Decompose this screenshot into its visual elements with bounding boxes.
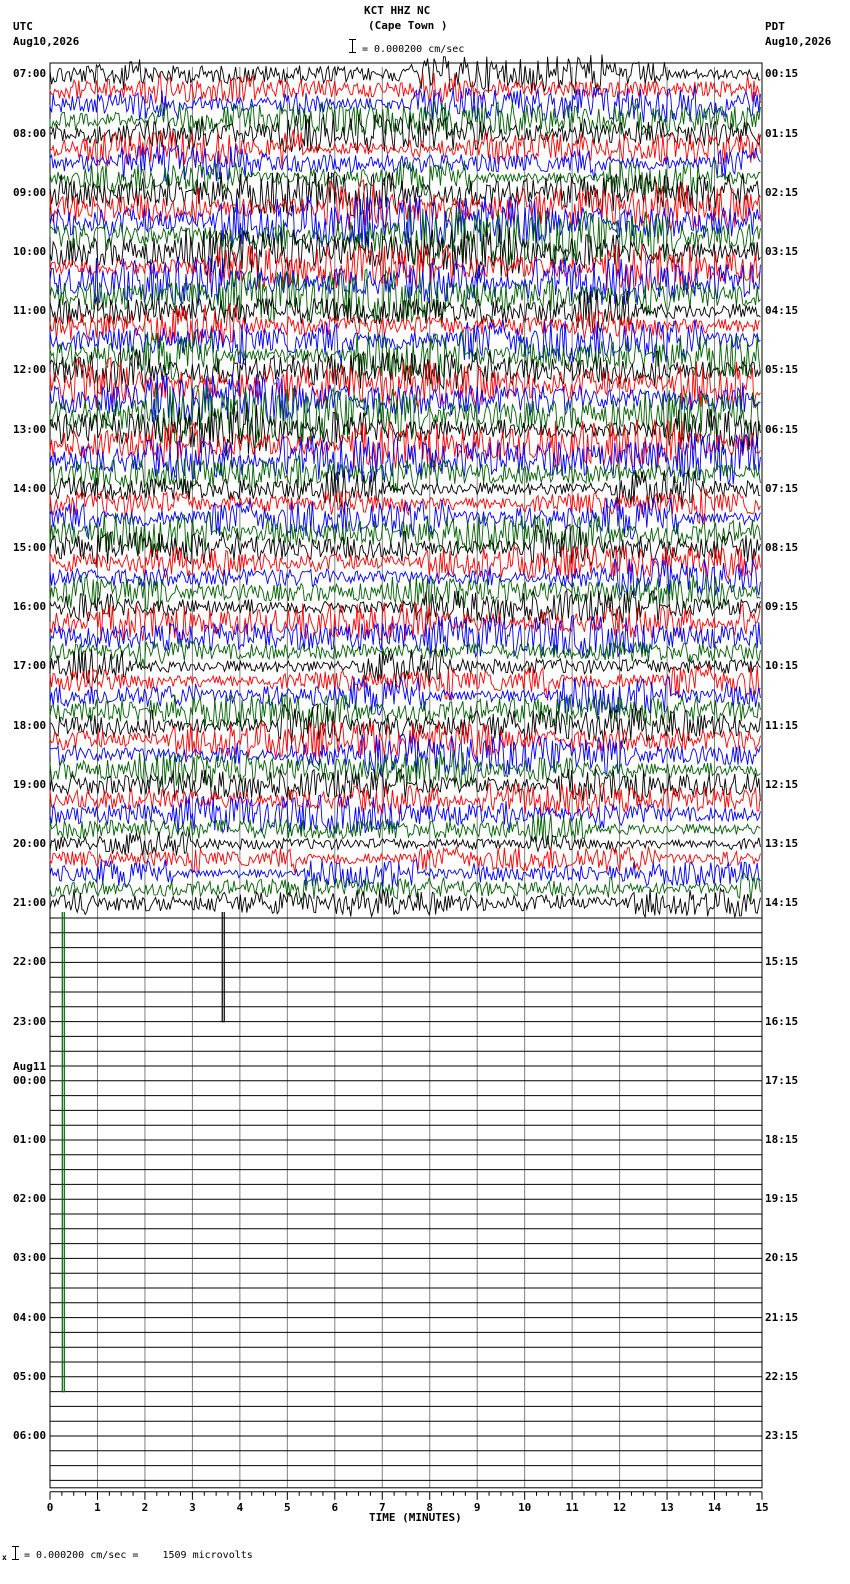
right-hour-label: 09:15 (765, 600, 799, 614)
left-hour-label: 22:00 (13, 955, 47, 969)
right-hour-label: 20:15 (765, 1251, 799, 1265)
seismic-trace (49, 544, 761, 581)
left-hour-label: 07:00 (13, 67, 47, 81)
right-hour-label: 04:15 (765, 304, 799, 318)
x-tick-label: 3 (189, 1500, 196, 1514)
seismic-trace (49, 886, 761, 919)
right-hour-label: 10:15 (765, 659, 799, 673)
left-hour-label: 09:00 (13, 185, 47, 199)
right-hour-label: 00:15 (765, 67, 799, 81)
left-hour-label: 05:00 (13, 1369, 47, 1383)
station-title: KCT HHZ NC (364, 4, 431, 17)
scale-bar-top (349, 39, 356, 40)
left-hour-label: 01:00 (13, 1133, 47, 1146)
station-location: (Cape Town ) (368, 19, 448, 32)
right-hour-label: 19:15 (765, 1192, 799, 1206)
left-timezone: UTC (13, 20, 33, 33)
right-date: Aug10,2026 (765, 35, 832, 48)
right-hour-label: 07:15 (765, 481, 799, 495)
seismic-trace (49, 813, 761, 846)
seismic-trace (49, 72, 761, 108)
seismic-trace (49, 664, 761, 702)
time-axis (49, 1491, 763, 1500)
right-hour-label: 21:15 (765, 1310, 799, 1324)
seismic-trace (49, 768, 761, 802)
left-hour-label: 23:00 (13, 1014, 47, 1028)
left-hour-label: 06:00 (13, 1429, 47, 1442)
x-tick-label: 5 (284, 1500, 291, 1514)
seismic-traces (49, 54, 762, 1481)
left-hour-label: 08:00 (13, 126, 47, 140)
event-spike (221, 912, 225, 1023)
x-axis-label: TIME (MINUTES) (369, 1511, 462, 1524)
right-hour-label: 12:15 (765, 777, 799, 791)
right-hour-label: 02:15 (765, 185, 799, 199)
left-hour-label: 11:00 (13, 304, 47, 318)
left-hour-label: 02:00 (13, 1192, 47, 1206)
footer-scale-bar-bottom (12, 1559, 19, 1560)
left-hour-label: 00:00 (13, 1073, 47, 1087)
left-hour-label: 12:00 (13, 363, 47, 377)
seismic-trace (49, 831, 761, 856)
x-tick-label: 4 (236, 1500, 244, 1514)
right-hour-label: 18:15 (765, 1133, 799, 1146)
seismic-trace (49, 589, 761, 626)
right-hour-label: 01:15 (765, 126, 799, 140)
x-tick-label: 15 (755, 1500, 769, 1514)
right-hour-label: 22:15 (765, 1369, 799, 1383)
scale-bar-bottom (349, 52, 356, 53)
left-hour-label: 21:00 (13, 896, 47, 910)
footer-corner-mark: x (2, 1553, 7, 1562)
right-hour-label: 06:15 (765, 422, 799, 436)
left-hour-label: 17:00 (13, 659, 47, 673)
event-spike (61, 912, 65, 1393)
right-hour-label: 08:15 (765, 541, 799, 554)
footer-scale-bar-top (12, 1546, 19, 1547)
right-hour-label: 13:15 (765, 837, 799, 850)
x-tick-label: 10 (518, 1500, 532, 1514)
x-tick-label: 6 (331, 1500, 339, 1514)
left-hour-label: 20:00 (13, 837, 47, 850)
x-tick-label: 11 (565, 1500, 579, 1514)
right-hour-label: 16:15 (765, 1014, 799, 1028)
right-hour-label: 14:15 (765, 896, 799, 910)
right-hour-label: 17:15 (765, 1073, 799, 1087)
left-hour-label: 18:00 (13, 718, 47, 732)
seismic-trace (49, 255, 761, 306)
left-hour-label: 03:00 (13, 1251, 47, 1265)
left-hour-label: 04:00 (13, 1310, 47, 1324)
footer-scale-note: = 0.000200 cm/sec = 1509 microvolts (24, 1550, 253, 1561)
left-hour-label: 16:00 (13, 600, 47, 614)
right-hour-label: 15:15 (765, 955, 799, 969)
left-hour-label: 10:00 (13, 245, 47, 258)
right-hour-label: 05:15 (765, 363, 799, 377)
x-tick-label: 14 (707, 1500, 722, 1514)
x-tick-label: 12 (613, 1500, 627, 1514)
scale-text: = 0.000200 cm/sec (362, 44, 465, 55)
footer-scale-bar-icon (15, 1546, 16, 1560)
left-date: Aug10,2026 (13, 35, 80, 48)
x-tick-label: 2 (141, 1500, 149, 1514)
right-hour-label: 23:15 (765, 1429, 799, 1442)
date-change-label: Aug11 (13, 1059, 47, 1073)
x-tick-label: 13 (660, 1500, 674, 1514)
left-hour-label: 14:00 (13, 481, 47, 495)
x-tick-label: 0 (46, 1500, 54, 1514)
seismic-trace (49, 268, 761, 324)
helicorder-plot (49, 54, 763, 1500)
right-hour-label: 03:15 (765, 245, 799, 258)
left-hour-label: 15:00 (13, 541, 47, 554)
left-hour-label: 19:00 (13, 777, 47, 791)
x-tick-label: 9 (473, 1500, 481, 1514)
x-tick-label: 1 (94, 1500, 101, 1514)
scale-bar-icon (352, 39, 353, 53)
right-timezone: PDT (765, 20, 785, 33)
right-hour-label: 11:15 (765, 718, 799, 732)
left-hour-label: 13:00 (13, 422, 47, 436)
